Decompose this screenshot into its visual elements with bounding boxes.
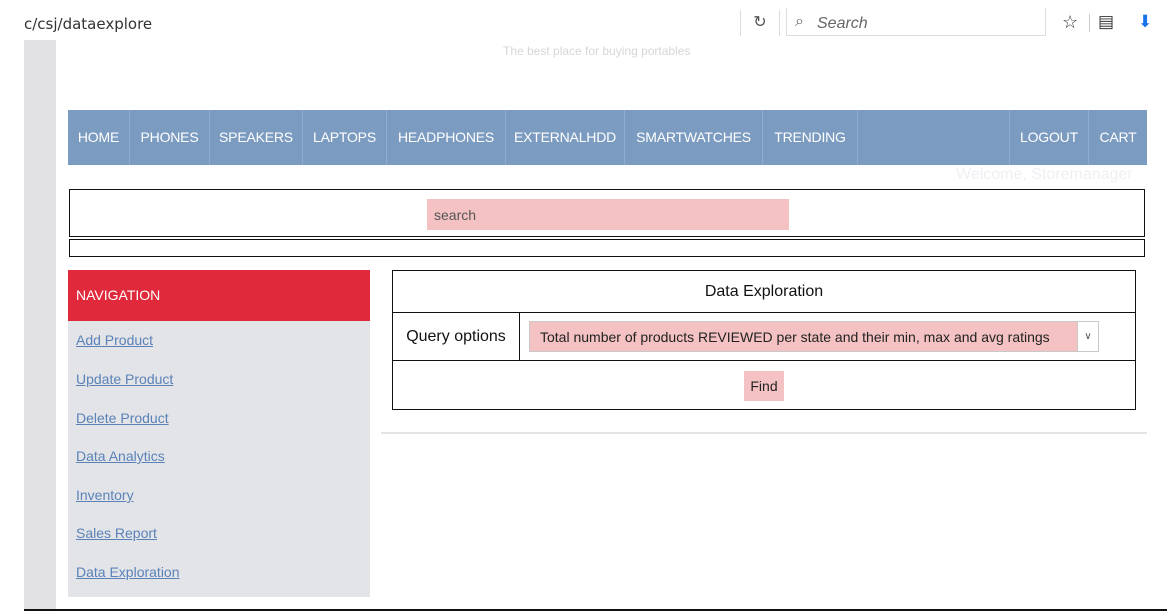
nav-speakers[interactable]: SPEAKERS <box>210 110 303 165</box>
panel-title: Data Exploration <box>393 271 1135 313</box>
reader-list-icon[interactable]: ▤ <box>1098 12 1114 32</box>
nav-externalhdd[interactable]: EXTERNALHDD <box>506 110 625 165</box>
nav-home[interactable]: HOME <box>68 110 130 165</box>
product-search-input[interactable] <box>427 199 789 230</box>
nav-cart[interactable]: CART <box>1089 110 1147 165</box>
site-tagline: The best place for buying portables <box>503 44 691 58</box>
sidebar-link-delete-product[interactable]: Delete Product <box>76 410 169 426</box>
chevron-down-icon[interactable]: ∨ <box>1077 322 1098 351</box>
sidebar-link-add-product[interactable]: Add Product <box>76 332 153 348</box>
download-arrow-icon[interactable]: ⬇ <box>1138 12 1152 32</box>
find-button[interactable]: Find <box>744 371 784 401</box>
sidebar-link-update-product[interactable]: Update Product <box>76 371 173 387</box>
sidebar-link-sales-report[interactable]: Sales Report <box>76 525 157 541</box>
sidebar-heading: NAVIGATION <box>68 270 370 321</box>
nav-smartwatches[interactable]: SMARTWATCHES <box>625 110 763 165</box>
page-bottom-border <box>24 609 1167 611</box>
search-bar-container <box>69 189 1145 237</box>
magnifier-icon: ⌕ <box>795 13 804 30</box>
sidebar: NAVIGATION Add Product Update Product De… <box>68 270 370 597</box>
main-nav: HOME PHONES SPEAKERS LAPTOPS HEADPHONES … <box>68 110 1147 165</box>
nav-laptops[interactable]: LAPTOPS <box>303 110 387 165</box>
query-options-cell: Total number of products REVIEWED per st… <box>520 313 1135 361</box>
content-divider <box>381 432 1147 434</box>
query-selected-value: Total number of products REVIEWED per st… <box>540 329 1050 345</box>
sidebar-link-data-analytics[interactable]: Data Analytics <box>76 448 165 464</box>
page-left-gutter <box>24 40 56 610</box>
address-bar-url[interactable]: c/csj/dataexplore <box>24 15 152 33</box>
browser-toolbar: c/csj/dataexplore ↻ ⌕ Search ☆ ▤ ⬇ <box>0 0 1167 40</box>
welcome-message: Welcome, Storemanager <box>956 166 1133 183</box>
reload-icon[interactable]: ↻ <box>740 10 780 36</box>
nav-phones[interactable]: PHONES <box>130 110 210 165</box>
query-options-label: Query options <box>393 313 520 361</box>
sidebar-link-inventory[interactable]: Inventory <box>76 487 134 503</box>
nav-headphones[interactable]: HEADPHONES <box>387 110 506 165</box>
toolbar-divider <box>1089 14 1090 32</box>
sidebar-link-data-exploration[interactable]: Data Exploration <box>76 564 180 580</box>
empty-results-box <box>69 239 1145 257</box>
browser-search-field[interactable]: ⌕ Search <box>786 8 1046 36</box>
query-options-select[interactable]: Total number of products REVIEWED per st… <box>529 321 1099 352</box>
nav-logout[interactable]: LOGOUT <box>1009 110 1089 165</box>
data-exploration-table: Data Exploration Query options Total num… <box>392 270 1136 410</box>
browser-search-placeholder: Search <box>817 15 868 32</box>
nav-trending[interactable]: TRENDING <box>763 110 858 165</box>
bookmark-star-icon[interactable]: ☆ <box>1062 12 1078 33</box>
